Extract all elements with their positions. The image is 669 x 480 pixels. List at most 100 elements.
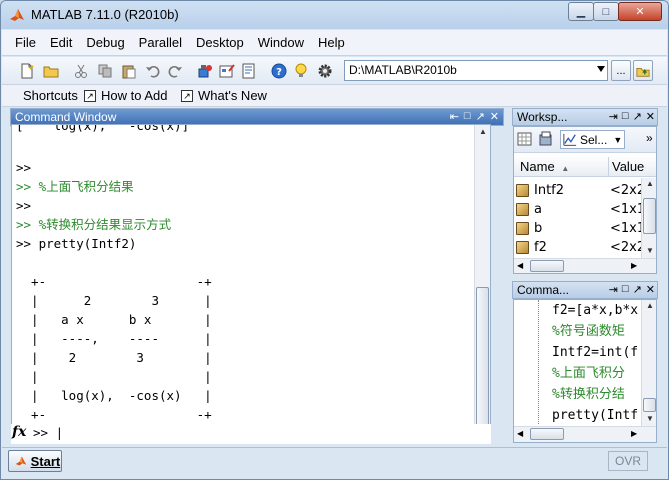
float-panel-icon[interactable]: ↗ [476,110,485,123]
parent-folder-button[interactable] [633,60,653,81]
workspace-vscrollbar[interactable]: ▲ ▼ [641,178,656,258]
variable-value: <1x1 [610,221,646,236]
menu-help[interactable]: Help [311,35,352,50]
shortcut-whats-new[interactable]: ↗ What's New [181,88,267,103]
history-entry[interactable]: Intf2=int(f [552,342,638,363]
history-controls: ⇥ □ ↗ ✕ [609,283,655,296]
current-folder-combo[interactable]: D:\MATLAB\R2010b [344,60,608,81]
undock-icon[interactable]: ⇥ [609,110,618,123]
scroll-down-icon[interactable]: ▼ [646,414,654,423]
guide-icon[interactable] [218,62,236,80]
scrollbar-thumb[interactable] [530,260,564,272]
scroll-down-icon[interactable]: ▼ [646,246,654,255]
copy-icon[interactable] [96,62,114,80]
variable-value: <1x1 [610,202,646,217]
command-history-titlebar[interactable]: Comma... ⇥ □ ↗ ✕ [512,281,658,299]
current-folder-path: D:\MATLAB\R2010b [349,63,457,77]
close-button[interactable]: ✕ [618,2,662,21]
new-variable-icon[interactable] [517,131,533,150]
column-name[interactable]: Name ▲ [520,159,569,174]
history-vscrollbar[interactable]: ▲ ▼ [641,300,656,426]
simulink-icon[interactable] [196,62,214,80]
scrollbar-thumb[interactable] [530,428,564,440]
minimize-button[interactable]: ▁ [568,2,594,21]
scroll-up-icon[interactable]: ▲ [646,179,654,188]
scrollbar-thumb[interactable] [476,287,489,427]
command-line: [ log(x), -cos(x)] [16,124,190,133]
lightbulb-icon[interactable] [292,62,310,80]
shortcut-how-to-add[interactable]: ↗ How to Add [84,88,168,103]
command-line: | 2 3 | [16,350,212,365]
window-title: MATLAB 7.11.0 (R2010b) [31,7,179,22]
start-button[interactable]: Start [8,450,62,472]
maximize-panel-icon[interactable]: □ [464,110,471,123]
variable-name: f2 [534,240,547,255]
plot-icon [563,133,577,146]
redo-icon[interactable] [166,62,184,80]
import-data-icon[interactable] [538,131,554,150]
open-folder-icon[interactable] [42,62,60,80]
select-plot-dropdown[interactable]: Sel... ▼ [560,130,626,149]
command-window-content[interactable]: [ log(x), -cos(x)] >> >> %上面飞积分结果 >> >> … [11,124,491,444]
new-file-icon[interactable] [18,62,36,80]
history-hscrollbar[interactable]: ◀ ▶ [514,426,656,442]
maximize-button[interactable]: □ [593,2,619,21]
history-entry[interactable]: f2=[a*x,b*x [552,300,638,321]
profiler-icon[interactable] [240,62,258,80]
paste-icon[interactable] [120,62,138,80]
undo-icon[interactable] [144,62,162,80]
menu-debug[interactable]: Debug [79,35,131,50]
scrollbar-thumb[interactable] [643,198,656,234]
menu-desktop[interactable]: Desktop [189,35,251,50]
menu-parallel[interactable]: Parallel [132,35,189,50]
workspace-hscrollbar[interactable]: ◀ ▶ [514,258,656,273]
workspace-titlebar[interactable]: Worksp... ⇥ □ ↗ ✕ [512,108,658,126]
column-value[interactable]: Value [612,159,644,174]
float-panel-icon[interactable]: ↗ [633,110,642,123]
menu-file[interactable]: File [8,35,43,50]
menu-edit[interactable]: Edit [43,35,79,50]
more-tools-icon[interactable]: » [646,131,653,145]
undock-icon[interactable]: ⇥ [609,283,618,296]
workspace-row[interactable]: f2 <2x2 [514,239,645,258]
float-panel-icon[interactable]: ↗ [633,283,642,296]
history-entry[interactable]: %符号函数矩 [552,321,625,342]
command-window-scrollbar[interactable]: ▲ ▼ [474,125,490,443]
shortcuts-label[interactable]: Shortcuts [23,88,78,103]
workspace-row[interactable]: a <1x1 [514,201,646,220]
cut-icon[interactable] [72,62,90,80]
scroll-right-icon[interactable]: ▶ [631,429,637,438]
column-divider[interactable] [608,157,609,177]
workspace-row[interactable]: Intf2 <2x2 [514,182,645,201]
scroll-left-icon[interactable]: ◀ [517,261,523,270]
history-entry[interactable]: %转换积分结 [552,384,625,405]
variable-name: Intf2 [534,183,565,198]
gear-icon[interactable] [316,62,334,80]
close-panel-icon[interactable]: ✕ [490,110,499,123]
start-label: Start [30,454,61,469]
help-icon[interactable]: ? [270,62,288,80]
title-bar[interactable]: MATLAB 7.11.0 (R2010b) ▁ □ ✕ [1,1,668,29]
scroll-left-icon[interactable]: ◀ [517,429,523,438]
history-entry[interactable]: pretty(Intf [552,405,638,426]
maximize-panel-icon[interactable]: □ [622,283,629,296]
scrollbar-thumb[interactable] [643,398,656,412]
scroll-up-icon[interactable]: ▲ [646,301,654,310]
command-prompt[interactable]: >> | [33,425,63,440]
chevron-down-icon[interactable] [597,66,605,72]
close-panel-icon[interactable]: ✕ [646,110,655,123]
menu-window[interactable]: Window [251,35,311,50]
workspace-row[interactable]: b <1x1 [514,220,646,239]
scroll-right-icon[interactable]: ▶ [631,261,637,270]
history-entry[interactable]: %上面飞积分 [552,363,625,384]
function-browser-icon[interactable]: fx [12,424,26,440]
maximize-panel-icon[interactable]: □ [622,110,629,123]
close-panel-icon[interactable]: ✕ [646,283,655,296]
menu-bar: File Edit Debug Parallel Desktop Window … [2,30,667,56]
variable-icon [516,241,529,254]
browse-folder-button[interactable]: ... [611,60,631,81]
command-window-title: Command Window [15,110,117,124]
command-prompt-row[interactable]: fx >> | [11,424,491,444]
undock-icon[interactable]: ⇤ [450,110,459,123]
scroll-up-icon[interactable]: ▲ [479,127,487,136]
